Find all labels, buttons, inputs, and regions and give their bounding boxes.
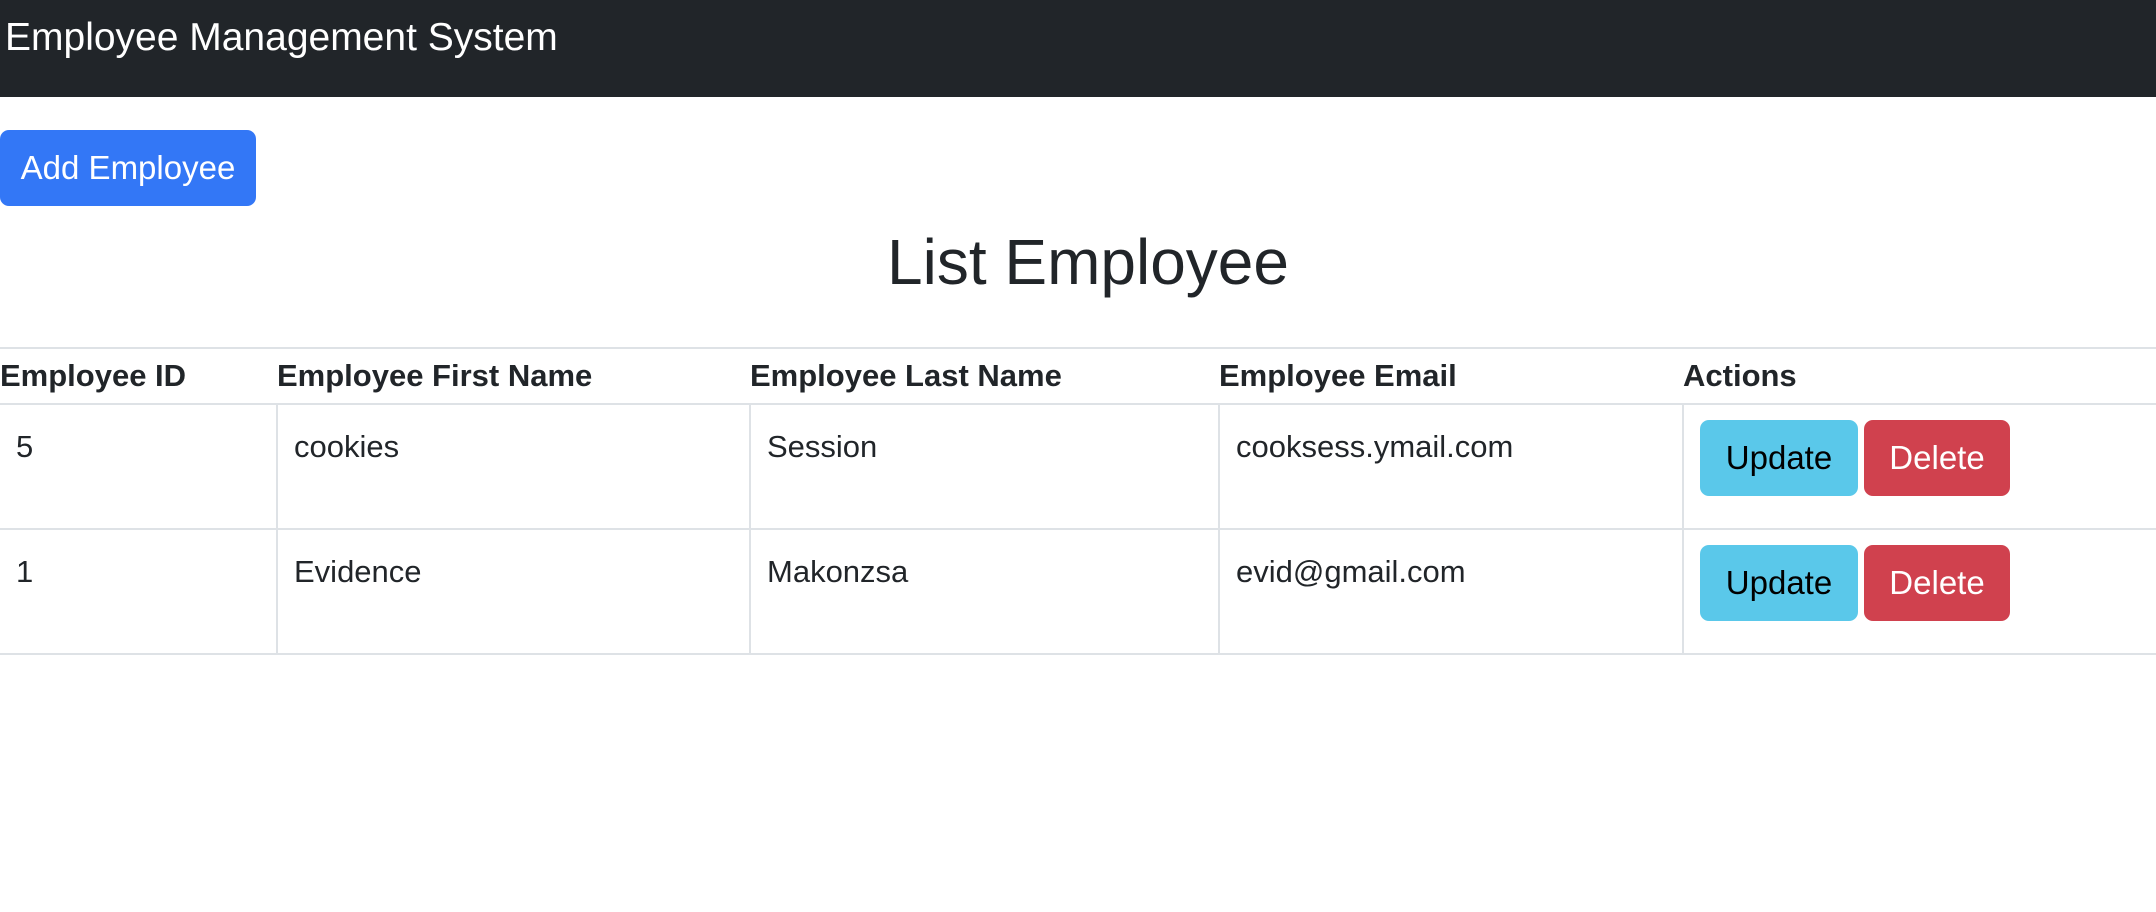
employee-last-name: Makonzsa: [767, 554, 909, 589]
header-actions: Actions: [1683, 347, 2156, 405]
cell-employee-id: 5: [0, 404, 277, 530]
cell-employee-id: 1: [0, 529, 277, 655]
add-employee-button[interactable]: Add Employee: [0, 130, 256, 206]
header-last-name: Employee Last Name: [750, 347, 1219, 405]
table-row: 5 cookies Session cooksess.ymail.com Upd…: [0, 404, 2156, 530]
cell-actions: Update Delete: [1682, 404, 2156, 530]
employee-table: Employee ID Employee First Name Employee…: [0, 347, 2156, 655]
header-email: Employee Email: [1219, 347, 1683, 405]
employee-email: cooksess.ymail.com: [1236, 429, 1514, 464]
cell-last-name: Makonzsa: [749, 529, 1219, 655]
navbar: Employee Management System: [0, 0, 2156, 97]
cell-email: evid@gmail.com: [1218, 529, 1683, 655]
delete-button[interactable]: Delete: [1864, 545, 2010, 621]
employee-first-name: Evidence: [294, 554, 422, 589]
cell-first-name: Evidence: [276, 529, 750, 655]
employee-last-name: Session: [767, 429, 878, 464]
header-first-name: Employee First Name: [277, 347, 750, 405]
cell-email: cooksess.ymail.com: [1218, 404, 1683, 530]
navbar-brand[interactable]: Employee Management System: [5, 14, 558, 62]
employee-id: 1: [16, 554, 34, 589]
table-header-row: Employee ID Employee First Name Employee…: [0, 347, 2156, 405]
delete-button[interactable]: Delete: [1864, 420, 2010, 496]
cell-last-name: Session: [749, 404, 1219, 530]
header-employee-id: Employee ID: [0, 347, 277, 405]
employee-first-name: cookies: [294, 429, 400, 464]
table-row: 1 Evidence Makonzsa evid@gmail.com Updat…: [0, 529, 2156, 655]
update-button[interactable]: Update: [1700, 420, 1858, 496]
cell-first-name: cookies: [276, 404, 750, 530]
cell-actions: Update Delete: [1682, 529, 2156, 655]
page-title: List Employee: [887, 226, 1289, 298]
employee-email: evid@gmail.com: [1236, 554, 1466, 589]
employee-id: 5: [16, 429, 34, 464]
update-button[interactable]: Update: [1700, 545, 1858, 621]
